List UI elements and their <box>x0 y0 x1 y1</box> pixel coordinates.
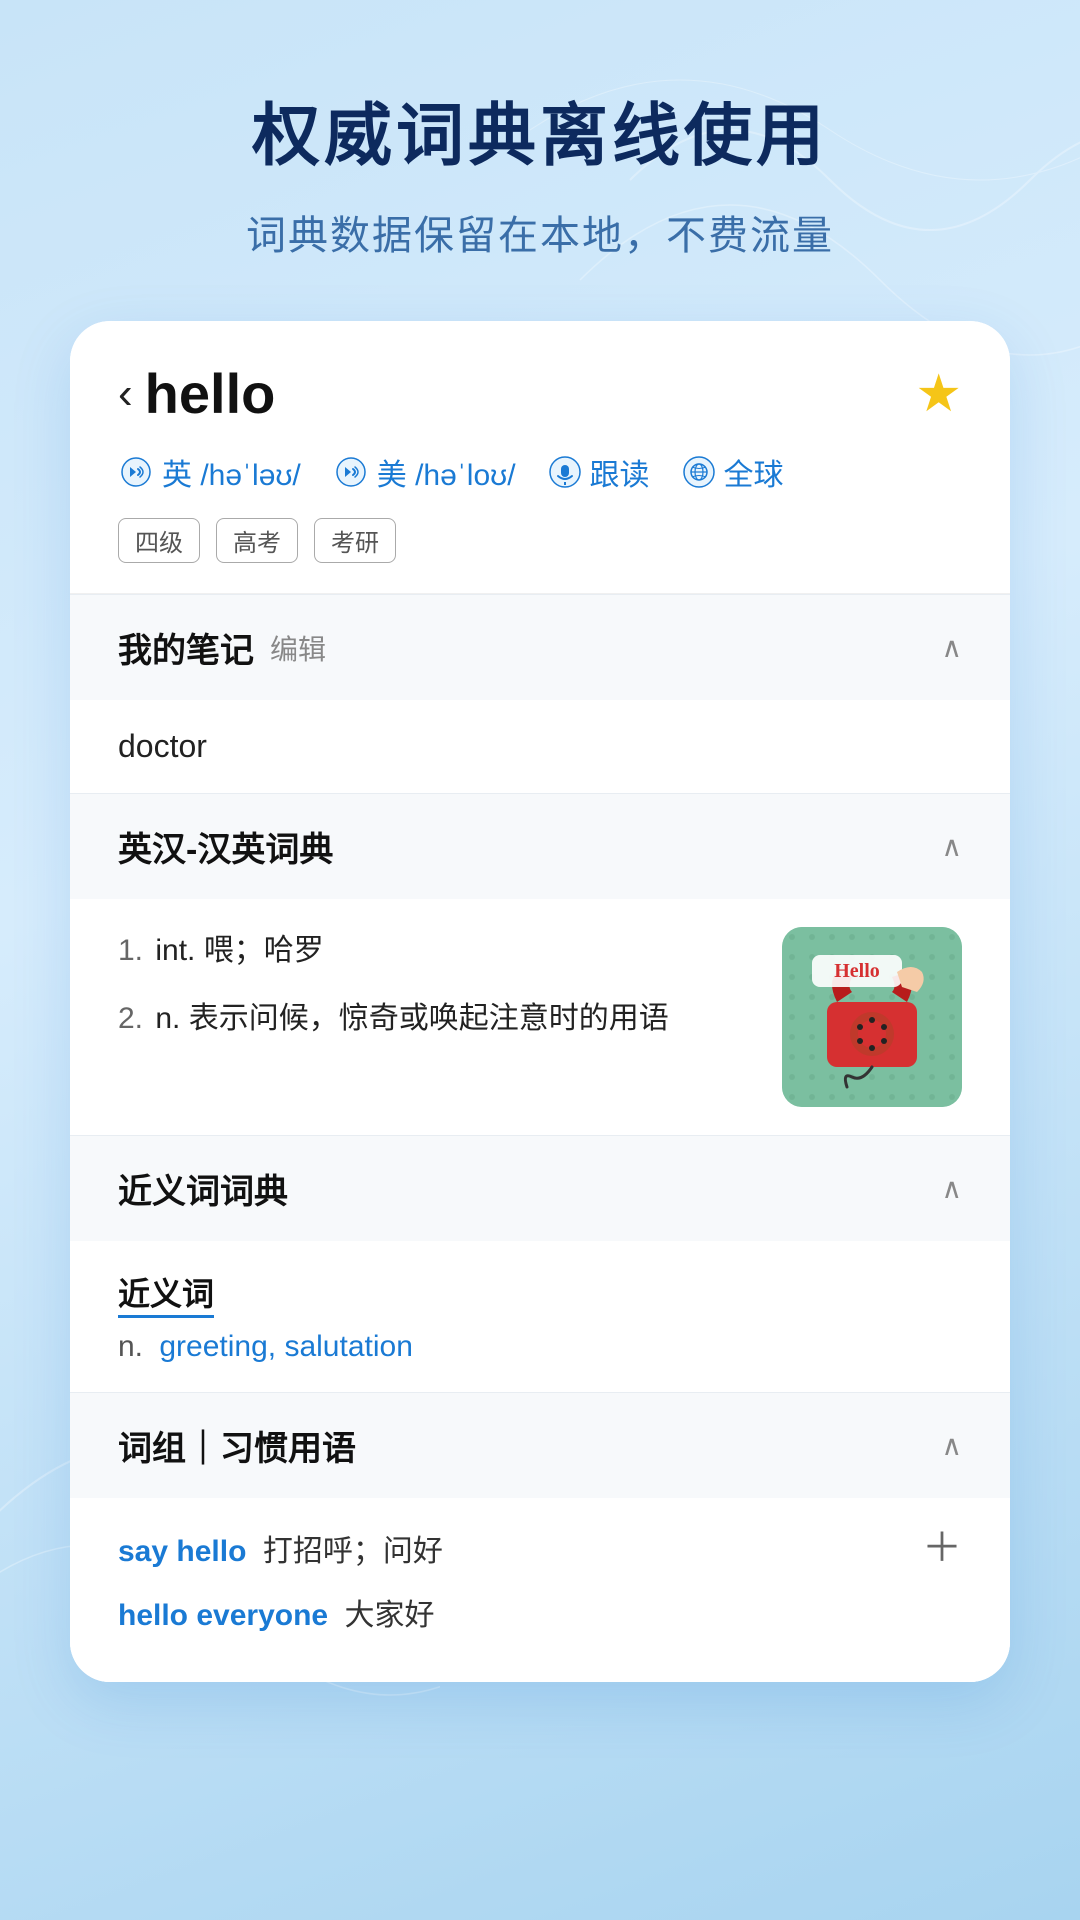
phrases-section-header[interactable]: 词组｜习惯用语 ∧ <box>70 1393 1010 1498</box>
us-pron-text: 美 /həˈloʊ/ <box>377 450 516 494</box>
us-audio-icon[interactable] <box>333 454 369 490</box>
favorite-button[interactable]: ★ <box>915 364 962 424</box>
dict-image: Hello <box>782 927 962 1107</box>
dict-num-1: 1. <box>118 934 143 967</box>
word-display: hello <box>145 361 276 426</box>
dict-section: 英汉-汉英词典 ∧ 1. int. 喂；哈罗 2. n. 表示问候，惊奇或唤起注… <box>70 793 1010 1135</box>
dict-definitions: 1. int. 喂；哈罗 2. n. 表示问候，惊奇或唤起注意时的用语 <box>118 927 758 1107</box>
uk-pron-text: 英 /həˈləʊ/ <box>162 450 301 494</box>
word-tags: 四级 高考 考研 <box>118 518 962 563</box>
tag-cet4: 四级 <box>118 518 200 563</box>
global-label: 全球 <box>724 450 784 494</box>
hero-section: 权威词典离线使用 词典数据保留在本地，不费流量 <box>246 80 834 261</box>
notes-edit-button[interactable]: 编辑 <box>270 628 326 668</box>
dict-item-1: 1. int. 喂；哈罗 <box>118 927 758 975</box>
synonym-words: greeting, salutation <box>159 1330 413 1363</box>
follow-read-label: 跟读 <box>590 450 650 494</box>
svg-text:Hello: Hello <box>834 960 880 982</box>
phrase-row-2: hello everyone 大家好 <box>118 1590 962 1634</box>
synonym-title: 近义词词典 <box>118 1164 288 1213</box>
dict-body: 1. int. 喂；哈罗 2. n. 表示问候，惊奇或唤起注意时的用语 <box>70 899 1010 1135</box>
uk-audio-icon[interactable] <box>118 454 154 490</box>
phrases-title: 词组｜习惯用语 <box>118 1421 356 1470</box>
pronunciation-row: 英 /həˈləʊ/ 美 /həˈloʊ/ <box>118 450 962 494</box>
hero-subtitle: 词典数据保留在本地，不费流量 <box>246 203 834 261</box>
dict-chevron: ∧ <box>942 830 963 863</box>
dict-num-2: 2. <box>118 1002 143 1035</box>
notes-body: doctor <box>70 700 1010 793</box>
dict-text-2: n. 表示问候，惊奇或唤起注意时的用语 <box>155 1002 668 1035</box>
synonym-chevron: ∧ <box>942 1172 963 1205</box>
note-content: doctor <box>118 728 962 765</box>
word-header: ‹ hello ★ 英 /hə <box>70 321 1010 594</box>
synonym-type: n. <box>118 1330 143 1363</box>
dict-section-header[interactable]: 英汉-汉英词典 ∧ <box>70 794 1010 899</box>
phrase-chinese-1: 打招呼；问好 <box>263 1535 443 1568</box>
notes-title-row: 我的笔记 编辑 <box>118 623 326 672</box>
hero-title: 权威词典离线使用 <box>246 80 834 179</box>
notes-chevron: ∧ <box>942 631 963 664</box>
follow-read-button[interactable]: 跟读 <box>548 450 650 494</box>
global-button[interactable]: 全球 <box>682 450 784 494</box>
notes-section: 我的笔记 编辑 ∧ doctor <box>70 594 1010 793</box>
synonym-label: 近义词 <box>118 1269 214 1318</box>
dict-title: 英汉-汉英词典 <box>118 822 333 871</box>
us-pronunciation[interactable]: 美 /həˈloʊ/ <box>333 450 516 494</box>
phrases-chevron: ∧ <box>942 1429 963 1462</box>
tag-kaoyan: 考研 <box>314 518 396 563</box>
uk-pronunciation[interactable]: 英 /həˈləʊ/ <box>118 450 301 494</box>
phrase-chinese-2: 大家好 <box>345 1599 435 1632</box>
notes-section-header[interactable]: 我的笔记 编辑 ∧ <box>70 595 1010 700</box>
synonym-section: 近义词词典 ∧ 近义词 n. greeting, salutation <box>70 1135 1010 1392</box>
word-title-left: ‹ hello <box>118 361 275 426</box>
phrase-english-2[interactable]: hello everyone <box>118 1599 328 1632</box>
back-button[interactable]: ‹ <box>118 372 133 416</box>
tag-gaokao: 高考 <box>216 518 298 563</box>
phrase-add-button-1[interactable]: ＋ <box>922 1528 962 1568</box>
phrases-body: say hello 打招呼；问好 ＋ hello everyone 大家好 <box>70 1498 1010 1682</box>
synonym-body: 近义词 n. greeting, salutation <box>70 1241 1010 1392</box>
notes-title: 我的笔记 <box>118 623 254 672</box>
synonym-section-header[interactable]: 近义词词典 ∧ <box>70 1136 1010 1241</box>
phrases-section: 词组｜习惯用语 ∧ say hello 打招呼；问好 ＋ hello every… <box>70 1392 1010 1682</box>
dictionary-card: ‹ hello ★ 英 /hə <box>70 321 1010 1682</box>
dict-item-2: 2. n. 表示问候，惊奇或唤起注意时的用语 <box>118 995 758 1043</box>
dict-text-1: int. 喂；哈罗 <box>155 934 323 967</box>
phrase-english-1[interactable]: say hello <box>118 1535 246 1568</box>
phrase-content-2: hello everyone 大家好 <box>118 1590 435 1634</box>
phrase-content-1: say hello 打招呼；问好 <box>118 1526 443 1570</box>
phrase-row-1: say hello 打招呼；问好 ＋ <box>118 1526 962 1570</box>
synonym-content: n. greeting, salutation <box>118 1330 962 1364</box>
